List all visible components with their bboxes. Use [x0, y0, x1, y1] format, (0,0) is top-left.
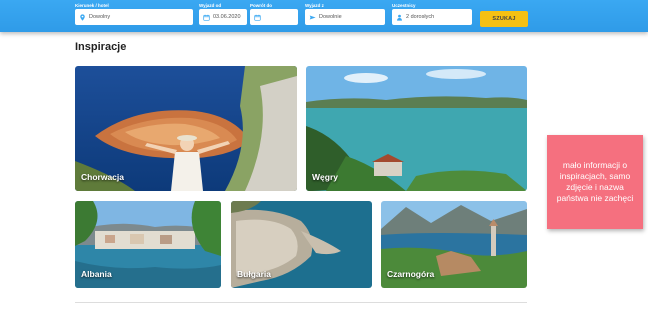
departure-city-label: Wyjazd z — [305, 3, 324, 8]
return-date-field: Powrót do — [250, 2, 298, 25]
sticky-note-text: mało informacji o inspiracjach, samo zdj… — [556, 160, 634, 203]
search-button[interactable]: SZUKAJ — [480, 11, 528, 27]
card-name-albania: Albania — [81, 269, 112, 279]
search-bar: Kierunek / hotel Dowolny Wyjazd od 03.06… — [0, 0, 648, 32]
inspiration-card-bulgaria[interactable]: Bułgaria — [231, 201, 372, 288]
user-icon — [397, 14, 402, 21]
sticky-note: mało informacji o inspiracjach, samo zdj… — [547, 135, 643, 229]
card-name-montenegro: Czarnogóra — [387, 269, 435, 279]
participants-field: Uczestnicy 2 dorosłych — [392, 2, 472, 25]
departure-date-label: Wyjazd od — [199, 3, 222, 8]
return-date-input[interactable] — [250, 9, 298, 25]
map-pin-icon — [80, 13, 85, 21]
departure-date-value: 03.06.2020 — [213, 14, 241, 20]
participants-value: 2 dorosłych — [406, 14, 435, 20]
departure-date-input[interactable]: 03.06.2020 — [199, 9, 247, 25]
destination-label: Kierunek / hotel — [75, 3, 109, 8]
section-divider — [75, 302, 527, 303]
card-name-croatia: Chorwacja — [81, 172, 124, 182]
calendar-icon — [203, 14, 210, 21]
page-title: Inspiracje — [75, 41, 127, 53]
inspiration-card-albania[interactable]: Albania — [75, 201, 221, 288]
participants-input[interactable]: 2 dorosłych — [392, 9, 472, 25]
card-name-bulgaria: Bułgaria — [237, 269, 272, 279]
departure-city-field: Wyjazd z Dowolnie — [305, 2, 385, 25]
destination-value: Dowolny — [89, 14, 111, 20]
airplane-icon — [309, 15, 316, 19]
calendar-icon — [254, 14, 261, 21]
inspiration-card-montenegro[interactable]: Czarnogóra — [381, 201, 527, 288]
inspiration-card-croatia[interactable]: Chorwacja — [75, 66, 297, 191]
card-name-hungary: Węgry — [312, 172, 338, 182]
inspiration-card-hungary[interactable]: Węgry — [306, 66, 527, 191]
destination-field: Kierunek / hotel Dowolny — [75, 2, 193, 25]
participants-label: Uczestnicy — [392, 3, 416, 8]
destination-input[interactable]: Dowolny — [75, 9, 193, 25]
return-date-label: Powrót do — [250, 3, 272, 8]
departure-city-input[interactable]: Dowolnie — [305, 9, 385, 25]
departure-city-value: Dowolnie — [319, 14, 342, 20]
hungary-photo — [306, 66, 527, 191]
departure-date-field: Wyjazd od 03.06.2020 — [199, 2, 247, 25]
